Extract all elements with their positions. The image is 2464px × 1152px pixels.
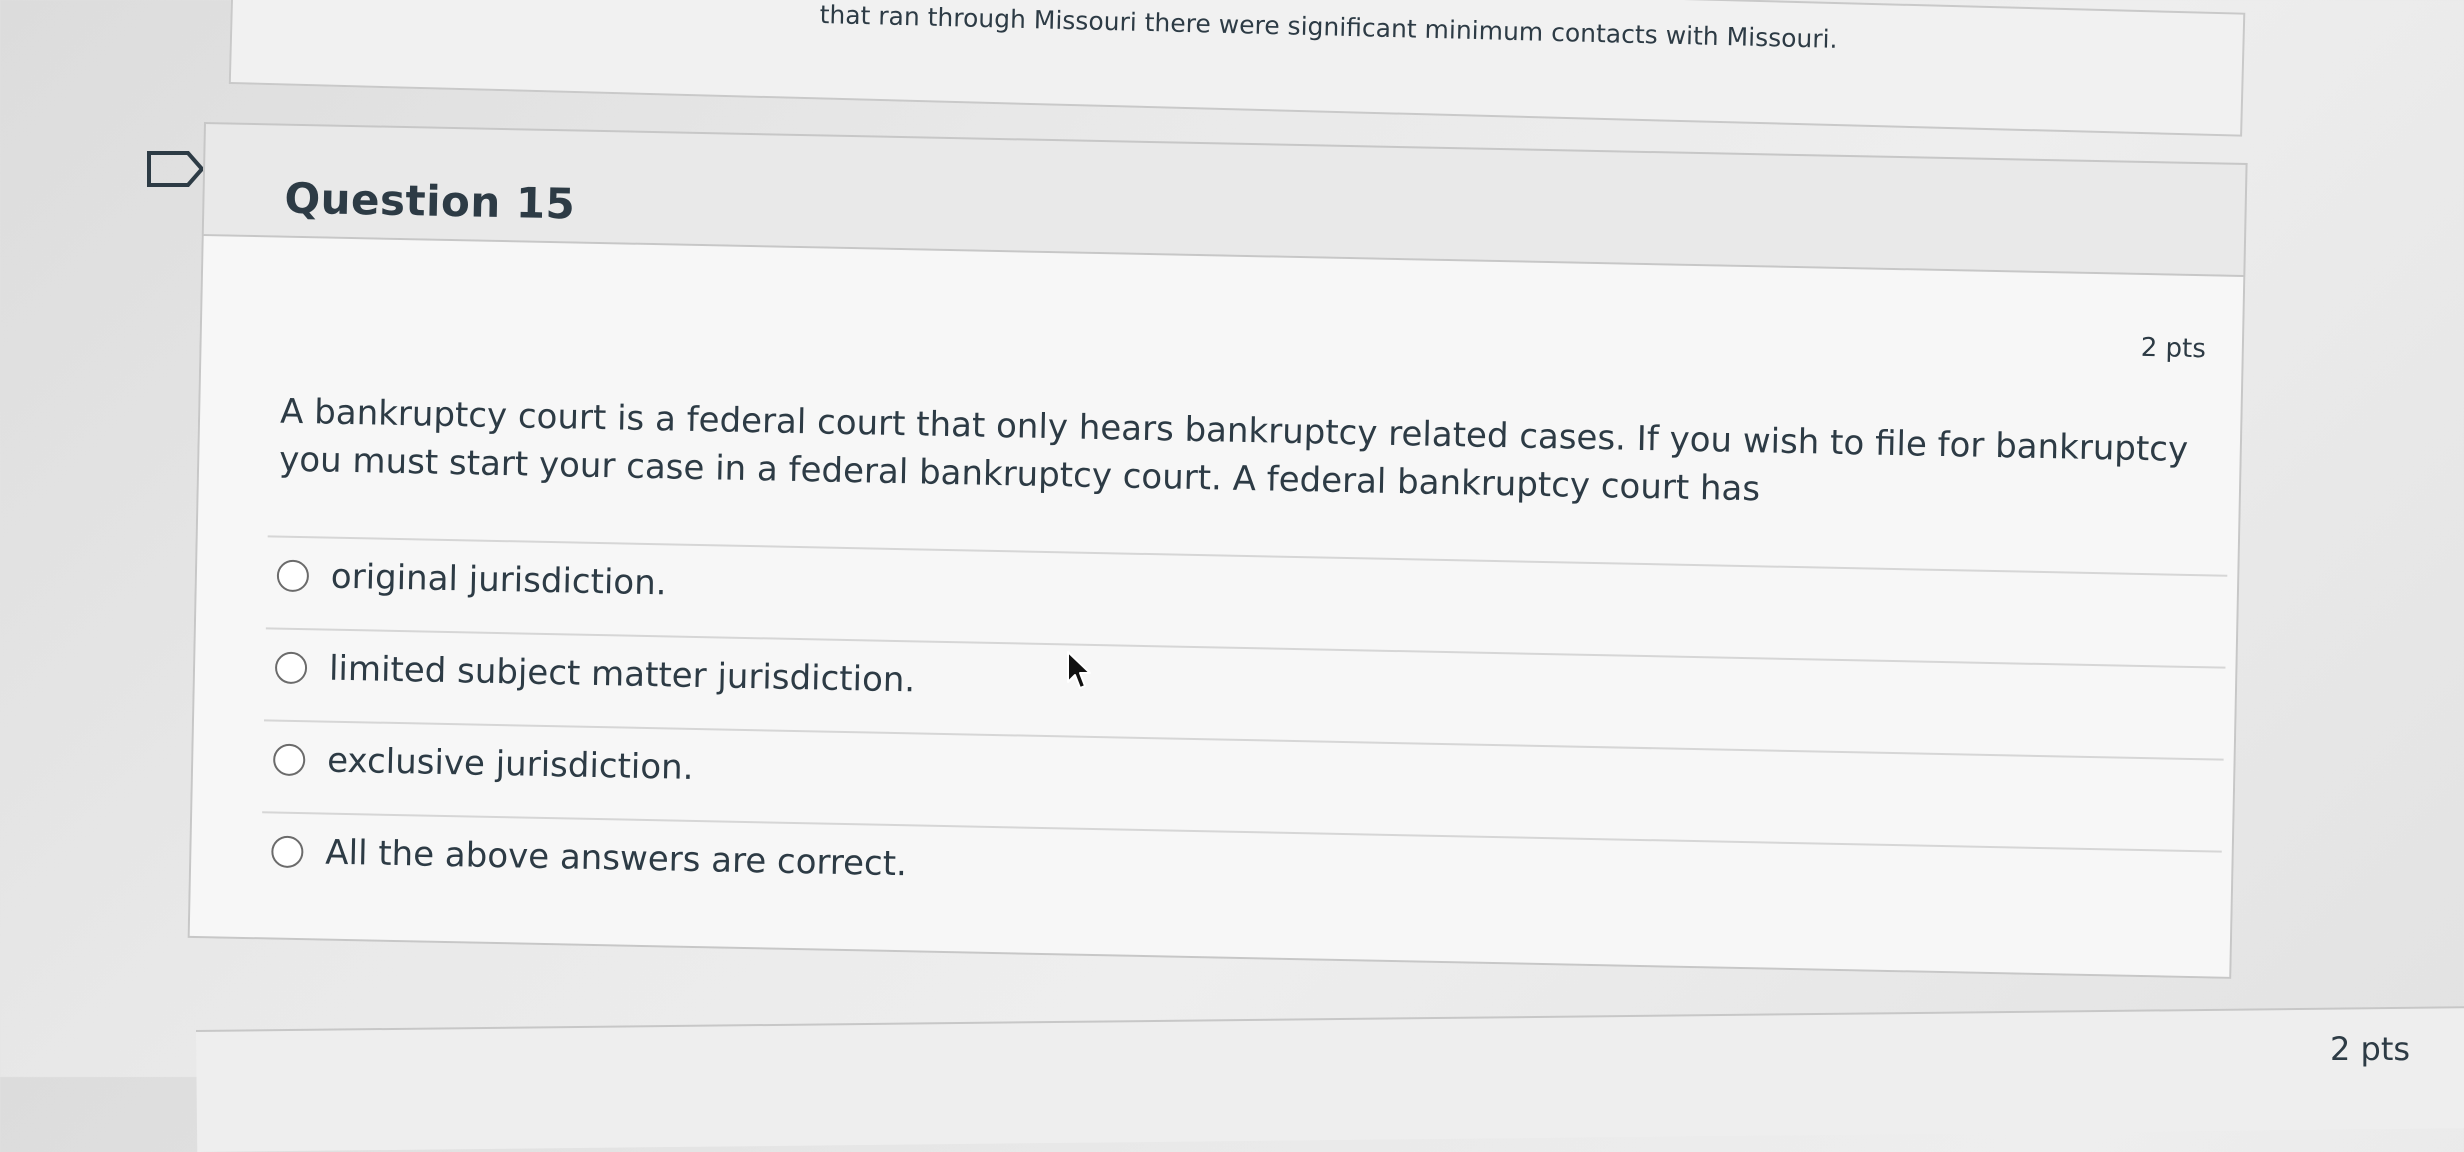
question-title: Question 15 (283, 173, 576, 229)
question-points: 2 pts (2140, 332, 2207, 365)
answer-label: limited subject matter jurisdiction. (328, 648, 916, 701)
mouse-pointer-icon (1067, 651, 1091, 689)
radio-button-icon[interactable] (272, 743, 306, 777)
answer-label: All the above answers are correct. (324, 832, 908, 885)
next-question-points: 2 pts (2330, 1030, 2411, 1068)
question-card: Question 15 2 pts A bankruptcy court is … (187, 122, 2404, 986)
answer-option-1[interactable]: original jurisdiction. (276, 556, 667, 604)
flag-question-icon[interactable] (146, 150, 206, 188)
radio-button-icon[interactable] (276, 559, 310, 593)
radio-button-icon[interactable] (271, 835, 304, 869)
answer-option-4[interactable]: All the above answers are correct. (271, 832, 908, 885)
radio-button-icon[interactable] (274, 651, 308, 685)
answer-label: exclusive jurisdiction. (326, 740, 694, 788)
answer-option-2[interactable]: limited subject matter jurisdiction. (274, 648, 916, 701)
answer-option-3[interactable]: exclusive jurisdiction. (272, 740, 694, 788)
question-text: A bankruptcy court is a federal court th… (278, 391, 2189, 510)
next-question-card (196, 1005, 2464, 1152)
answer-label: original jurisdiction. (330, 556, 667, 604)
question-body: 2 pts A bankruptcy court is a federal co… (187, 233, 2246, 979)
